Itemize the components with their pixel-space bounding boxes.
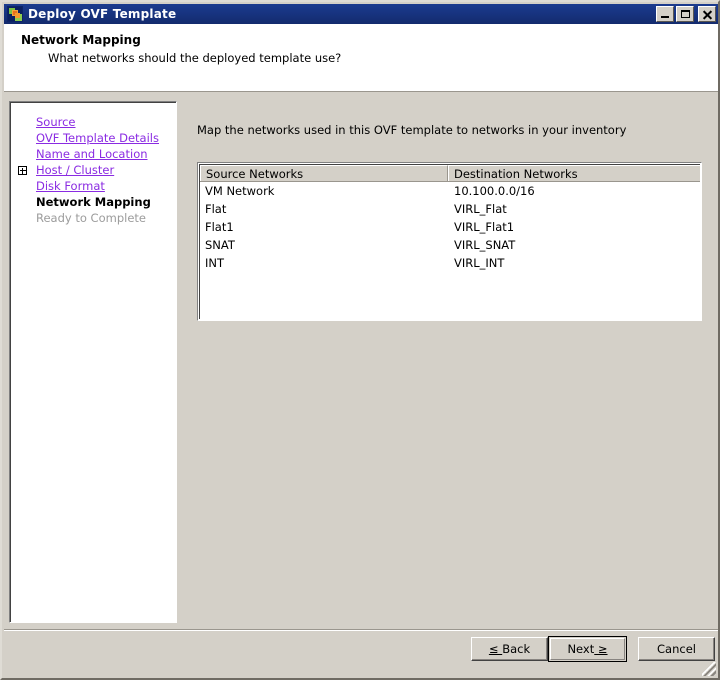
cancel-button-label: Cancel <box>657 642 696 656</box>
table-header-row: Source Networks Destination Networks <box>200 165 700 182</box>
wizard-step-label: Host / Cluster <box>36 163 114 177</box>
cell-source-network: INT <box>200 254 449 272</box>
cell-destination-network[interactable]: 10.100.0.0/16 <box>449 182 700 200</box>
content-area: Map the networks used in this OVF templa… <box>189 101 709 623</box>
cell-source-network: Flat1 <box>200 218 449 236</box>
wizard-step-label: Name and Location <box>36 147 148 161</box>
wizard-step-label: Ready to Complete <box>36 211 146 225</box>
back-button-label: Back <box>502 642 530 656</box>
cancel-button[interactable]: Cancel <box>638 637 715 661</box>
cell-source-network: SNAT <box>200 236 449 254</box>
wizard-step-ready-to-complete: Ready to Complete <box>12 210 176 226</box>
minimize-button[interactable] <box>656 6 674 22</box>
network-mapping-table[interactable]: Source Networks Destination Networks VM … <box>197 162 702 321</box>
maximize-button[interactable] <box>676 6 694 22</box>
cell-source-network: VM Network <box>200 182 449 200</box>
table-row[interactable]: SNATVIRL_SNAT <box>200 236 700 254</box>
network-mapping-table-inner: Source Networks Destination Networks VM … <box>199 164 700 319</box>
cell-destination-network[interactable]: VIRL_SNAT <box>449 236 700 254</box>
close-button[interactable] <box>698 6 716 22</box>
back-button-accelerator: ≤ <box>489 642 502 656</box>
resize-grip[interactable] <box>702 662 716 676</box>
cell-source-network: Flat <box>200 200 449 218</box>
wizard-step-disk-format[interactable]: Disk Format <box>12 178 176 194</box>
page-title: Network Mapping <box>21 33 141 47</box>
cell-destination-network[interactable]: VIRL_Flat <box>449 200 700 218</box>
title-bar[interactable]: Deploy OVF Template <box>4 4 718 24</box>
wizard-step-label: Source <box>36 115 76 129</box>
dialog-window: Deploy OVF Template Network Mapping What… <box>0 0 720 680</box>
column-header-destination-networks[interactable]: Destination Networks <box>448 165 700 181</box>
next-button-accelerator: ≥ <box>594 642 607 656</box>
next-button[interactable]: Next ≥ <box>548 636 627 662</box>
wizard-steps-list: Source OVF Template Details Name and Locat… <box>12 104 176 622</box>
next-button-label: Next <box>567 642 594 656</box>
page-header: Network Mapping What networks should the… <box>4 24 718 92</box>
expand-icon[interactable] <box>18 166 27 175</box>
wizard-step-source[interactable]: Source <box>12 114 176 130</box>
instruction-text: Map the networks used in this OVF templa… <box>197 123 626 137</box>
cell-destination-network[interactable]: VIRL_Flat1 <box>449 218 700 236</box>
ovf-template-icon <box>7 6 23 22</box>
wizard-step-label: Disk Format <box>36 179 105 193</box>
page-subtitle: What networks should the deployed templa… <box>48 51 341 65</box>
wizard-step-name-and-location[interactable]: Name and Location <box>12 146 176 162</box>
window-title: Deploy OVF Template <box>28 7 654 21</box>
wizard-steps-panel: Source OVF Template Details Name and Locat… <box>9 101 177 623</box>
dialog-footer: ≤ Back Next ≥ Cancel <box>4 631 718 678</box>
wizard-step-label: OVF Template Details <box>36 131 159 145</box>
dialog-body: Source OVF Template Details Name and Locat… <box>4 93 718 629</box>
wizard-step-network-mapping: Network Mapping <box>12 194 176 210</box>
table-row[interactable]: FlatVIRL_Flat <box>200 200 700 218</box>
wizard-step-ovf-template-details[interactable]: OVF Template Details <box>12 130 176 146</box>
table-row[interactable]: VM Network10.100.0.0/16 <box>200 182 700 200</box>
column-header-source-networks[interactable]: Source Networks <box>200 165 448 181</box>
cell-destination-network[interactable]: VIRL_INT <box>449 254 700 272</box>
table-body: VM Network10.100.0.0/16FlatVIRL_FlatFlat… <box>200 182 700 272</box>
wizard-step-label: Network Mapping <box>36 195 151 209</box>
back-button[interactable]: ≤ Back <box>471 637 548 661</box>
wizard-step-host-cluster[interactable]: Host / Cluster <box>12 162 176 178</box>
table-row[interactable]: INTVIRL_INT <box>200 254 700 272</box>
table-row[interactable]: Flat1VIRL_Flat1 <box>200 218 700 236</box>
